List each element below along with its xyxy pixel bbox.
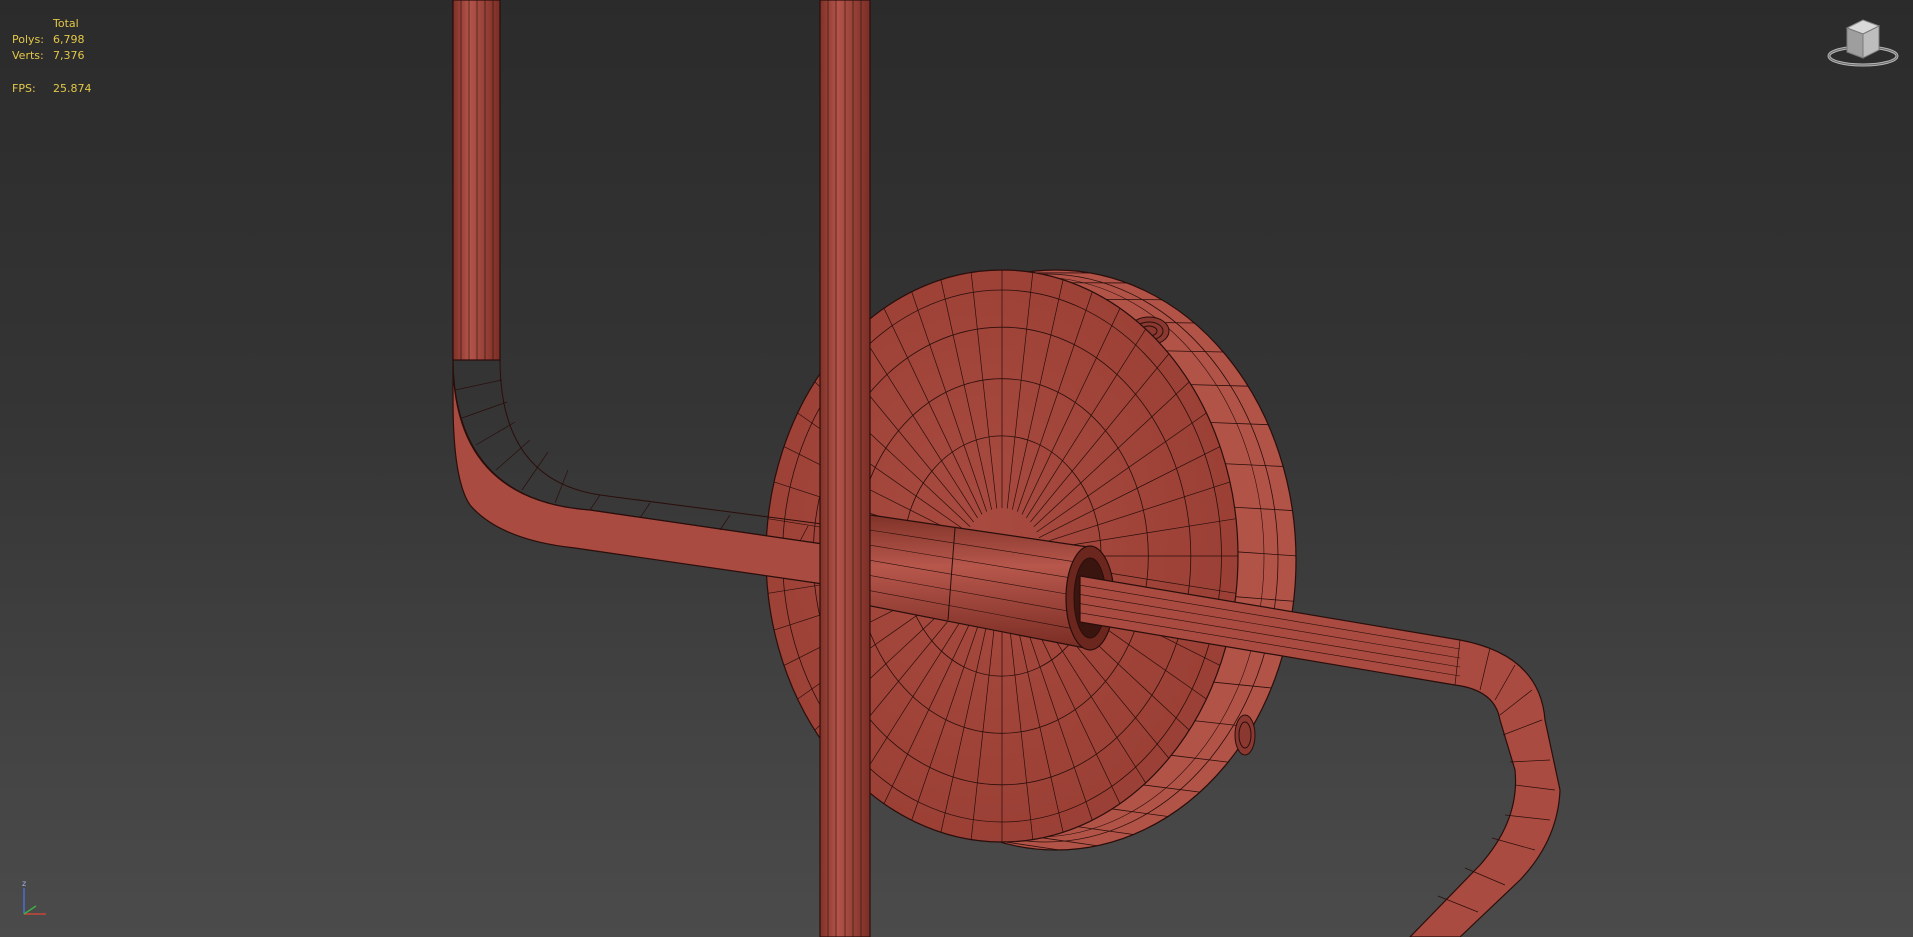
axis-z-label: z xyxy=(22,879,26,888)
fps-value: 25.874 xyxy=(53,82,92,95)
fps-label: FPS: xyxy=(12,82,36,95)
verts-value: 7,376 xyxy=(53,49,85,62)
stats-header: Total xyxy=(53,17,79,30)
verts-label: Verts: xyxy=(12,49,44,62)
polys-label: Polys: xyxy=(12,33,44,46)
viewport-statistics: Total Polys: 6,798 Verts: 7,376 FPS: 25.874 xyxy=(12,16,92,97)
polys-value: 6,798 xyxy=(53,33,85,46)
front-vertical-pipe xyxy=(819,0,871,937)
3d-viewport[interactable]: Total Polys: 6,798 Verts: 7,376 FPS: 25.874… xyxy=(0,0,1913,937)
screw-hole-side xyxy=(1234,714,1256,756)
wireframe-model xyxy=(452,0,1561,937)
axis-tripod-icon: z xyxy=(22,879,46,915)
viewcube-icon[interactable] xyxy=(1823,14,1903,74)
